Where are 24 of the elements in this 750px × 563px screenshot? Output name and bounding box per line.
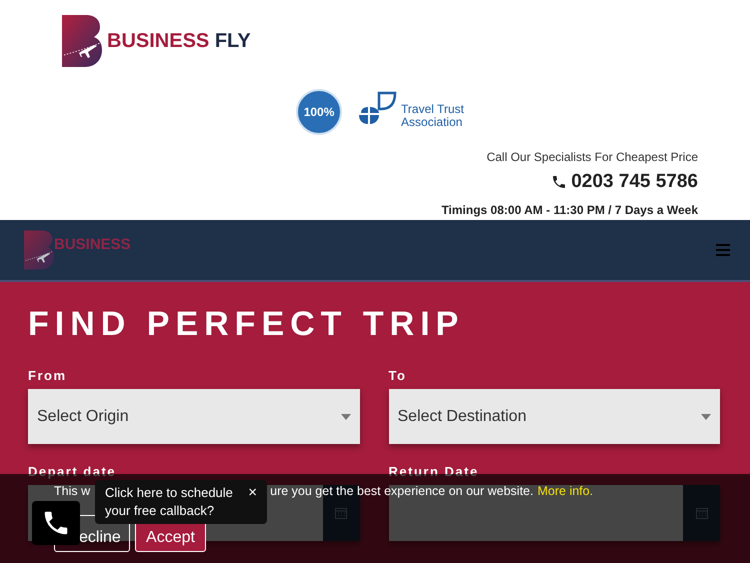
caret-icon [701,414,711,420]
caret-icon [340,414,350,420]
select-field[interactable]: Select Destination [388,389,720,444]
field-label: Return Date [388,463,480,481]
field-label: From [28,367,68,385]
brand-name: BUSINESS FLY [107,31,251,51]
more-info-link[interactable]: More info. [538,483,594,499]
logo-icon [24,230,54,270]
select-field[interactable]: Select Origin [28,389,360,444]
opening-hours: Timings 08:00 AM - 11:30 PM / 7 Days a Week [441,202,698,219]
cookie-text: ure you get the best experience on our website. [270,483,534,499]
tagline: Call Our Specialists For Cheapest Price [486,149,698,165]
close-button[interactable]: × [248,484,257,502]
phone-icon [551,174,568,190]
section-title: FIND PERFECT TRIP [28,304,466,345]
protection-badge: 100% [296,89,342,135]
logo-icon [62,15,102,67]
association-name: Travel Trust Association [401,103,464,129]
field-label: Depart date [28,463,118,481]
cookie-text: This w [54,483,90,499]
field-label: To [388,367,408,385]
call-button[interactable] [32,501,80,545]
brand-name: BUSINESS [54,234,131,254]
phone-number[interactable]: 0203 745 5786 [571,171,698,193]
